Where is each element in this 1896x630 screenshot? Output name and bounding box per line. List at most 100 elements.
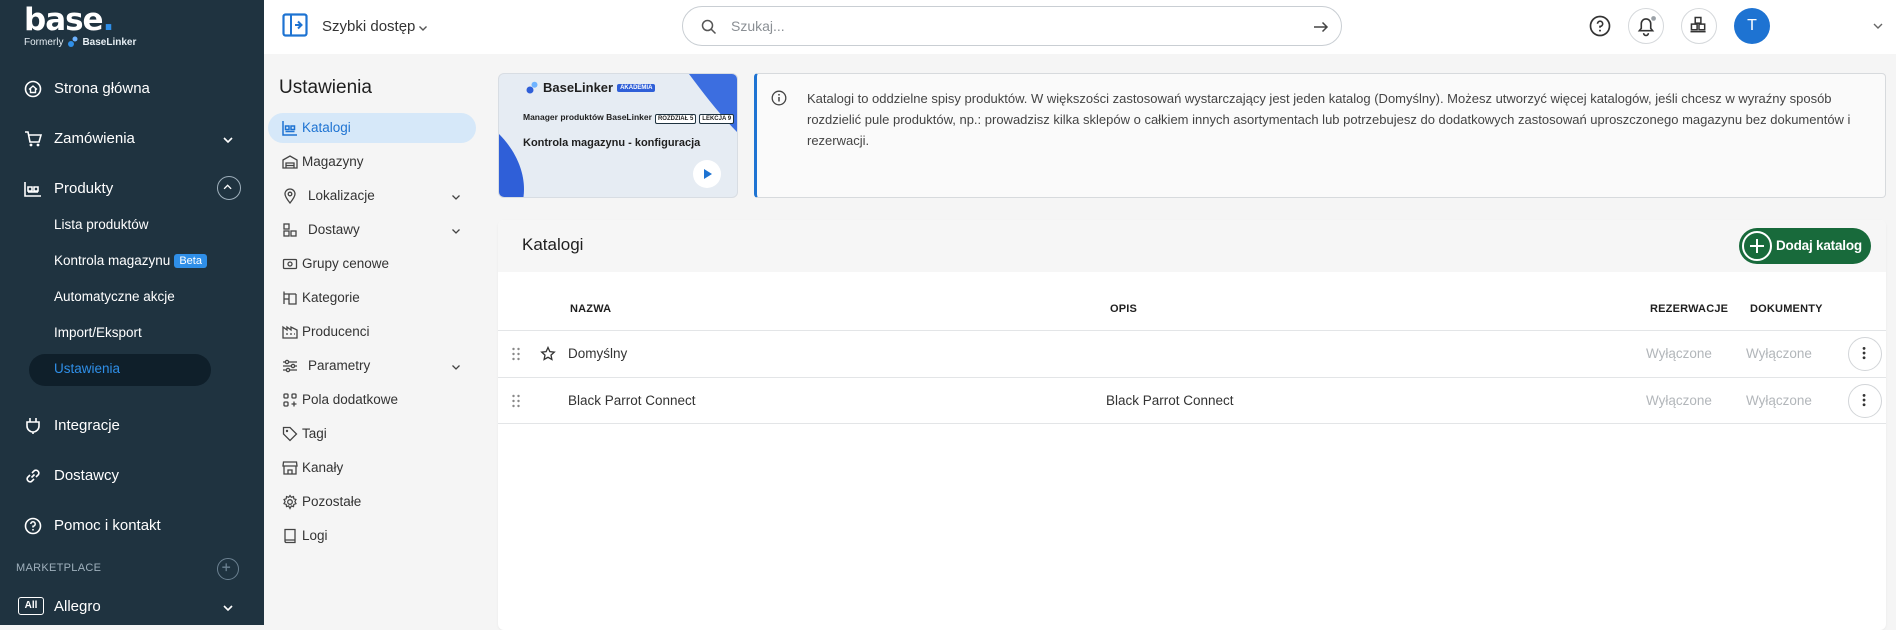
sidebar-item-orders[interactable]: Zamówienia (0, 118, 264, 158)
category-icon (283, 291, 297, 305)
location-icon (284, 188, 296, 204)
plus-icon (1750, 239, 1764, 253)
delivery-icon (283, 223, 297, 237)
subitem-settings[interactable]: Ustawienia (54, 361, 120, 376)
chevron-down-icon (223, 605, 233, 612)
baselinker-logo-icon (526, 81, 538, 93)
add-catalog-button[interactable]: Dodaj katalog (1739, 228, 1871, 264)
baselinker-mark: BaseLinker (67, 36, 136, 48)
drag-handle-icon[interactable] (511, 346, 521, 362)
chevron-down-icon (452, 365, 460, 370)
settings-item-locations[interactable]: Lokalizacje (268, 181, 476, 211)
sidebar-item-integrations[interactable]: Integracje (0, 405, 264, 445)
column-header-reservations[interactable]: REZERWACJE (1650, 303, 1728, 315)
search-bar[interactable] (682, 6, 1342, 46)
sidebar-item-help[interactable]: Pomoc i kontakt (0, 505, 264, 545)
notifications-button[interactable] (1628, 8, 1664, 44)
play-button[interactable] (693, 160, 721, 188)
sidebar-item-label: Zamówienia (54, 130, 135, 147)
catalog-documents: Wyłączone (1746, 393, 1812, 408)
help-icon (24, 517, 42, 535)
more-vertical-icon (1862, 393, 1866, 407)
chevron-down-icon (223, 137, 233, 144)
drag-handle-icon[interactable] (511, 393, 521, 409)
settings-item-price-groups[interactable]: Grupy cenowe (268, 249, 476, 279)
apps-icon (1690, 16, 1706, 33)
help-button[interactable] (1582, 8, 1618, 44)
chevron-down-icon[interactable] (1872, 20, 1884, 32)
formerly-note: Formerly BaseLinker (24, 36, 136, 48)
settings-item-deliveries[interactable]: Dostawy (268, 215, 476, 245)
top-bar: Szybki dostęp T (264, 0, 1896, 54)
apps-button[interactable] (1681, 8, 1717, 44)
banner-brand: BaseLinker AKADEMIA (525, 80, 656, 95)
gear-icon (283, 494, 297, 510)
link-icon (26, 469, 40, 483)
subitem-stock-control[interactable]: Kontrola magazynu Beta (54, 253, 207, 268)
row-menu-button[interactable] (1848, 337, 1882, 371)
banner-subtitle: Manager produktów BaseLinker ROZDZIAŁ 5 LE… (523, 112, 735, 124)
play-icon (704, 169, 712, 179)
quick-access-label[interactable]: Szybki dostęp (322, 18, 415, 35)
table-row[interactable]: Domyślny Wyłączone Wyłączone (498, 330, 1886, 377)
subitem-import-export[interactable]: Import/Eksport (54, 325, 142, 340)
settings-title: Ustawienia (279, 77, 372, 98)
star-icon[interactable] (540, 346, 556, 362)
sidebar-item-products[interactable]: Produkty (0, 168, 264, 208)
column-header-documents[interactable]: DOKUMENTY (1750, 303, 1823, 315)
search-input[interactable] (731, 15, 1271, 37)
column-header-name[interactable]: NAZWA (570, 303, 611, 315)
warehouse-icon (24, 182, 41, 197)
user-avatar[interactable]: T (1734, 8, 1770, 44)
plug-icon (26, 418, 40, 434)
collapse-products-button[interactable] (217, 176, 241, 200)
home-icon (24, 80, 42, 98)
settings-item-extra-fields[interactable]: Pola dodatkowe (268, 385, 476, 415)
table-row[interactable]: Black Parrot Connect Black Parrot Connec… (498, 377, 1886, 424)
settings-item-producers[interactable]: Producenci (268, 317, 476, 347)
book-icon (284, 528, 296, 544)
settings-item-warehouses[interactable]: Magazyny (268, 147, 476, 177)
catalog-name[interactable]: Black Parrot Connect (568, 393, 696, 408)
quick-access-icon[interactable] (282, 13, 308, 37)
sidebar-item-label: Allegro (54, 598, 101, 615)
baselinker-logo-icon (68, 36, 78, 47)
base-logo[interactable]: base. (24, 2, 114, 38)
sidebar-item-home[interactable]: Strona główna (0, 68, 264, 108)
settings-item-tags[interactable]: Tagi (268, 419, 476, 449)
settings-item-categories[interactable]: Kategorie (268, 283, 476, 313)
arrow-right-icon[interactable] (1313, 19, 1329, 35)
sliders-icon (283, 359, 297, 373)
chevron-down-icon[interactable] (418, 23, 428, 33)
sidebar-item-allegro[interactable]: Allegro (0, 586, 264, 626)
catalogs-title: Katalogi (522, 235, 584, 254)
fields-icon (283, 393, 297, 407)
settings-item-channels[interactable]: Kanały (268, 453, 476, 483)
search-icon (701, 19, 717, 35)
settings-item-other[interactable]: Pozostałe (268, 487, 476, 517)
catalog-documents: Wyłączone (1746, 346, 1812, 361)
subitem-product-list[interactable]: Lista produktów (54, 217, 149, 232)
sidebar-item-label: Integracje (54, 417, 120, 434)
sidebar-item-label: Produkty (54, 180, 114, 197)
info-text: Katalogi to oddzielne spisy produktów. W… (807, 91, 1851, 148)
sidebar-item-suppliers[interactable]: Dostawcy (0, 455, 264, 495)
settings-item-logs[interactable]: Logi (268, 521, 476, 551)
settings-item-catalogs[interactable]: Katalogi (268, 113, 476, 143)
sidebar-item-label: Pomoc i kontakt (54, 517, 161, 534)
column-header-description[interactable]: OPIS (1110, 303, 1137, 315)
tutorial-video-banner[interactable]: BaseLinker AKADEMIA Manager produktów Ba… (498, 73, 738, 198)
settings-item-parameters[interactable]: Parametry (268, 351, 476, 381)
help-icon (1589, 15, 1611, 37)
subitem-automatic-actions[interactable]: Automatyczne akcje (54, 289, 175, 304)
price-icon (282, 258, 298, 270)
row-menu-button[interactable] (1848, 384, 1882, 418)
catalog-name[interactable]: Domyślny (568, 346, 627, 361)
catalog-description: Black Parrot Connect (1106, 393, 1234, 408)
info-box: Katalogi to oddzielne spisy produktów. W… (754, 73, 1886, 198)
formerly-label: Formerly (24, 36, 64, 48)
main-sidebar: base. Formerly BaseLinker Strona główna … (0, 0, 264, 625)
catalogs-card: Katalogi Dodaj katalog NAZWA OPIS REZERW… (498, 220, 1886, 630)
add-marketplace-button[interactable] (217, 558, 239, 580)
info-icon (771, 90, 787, 106)
